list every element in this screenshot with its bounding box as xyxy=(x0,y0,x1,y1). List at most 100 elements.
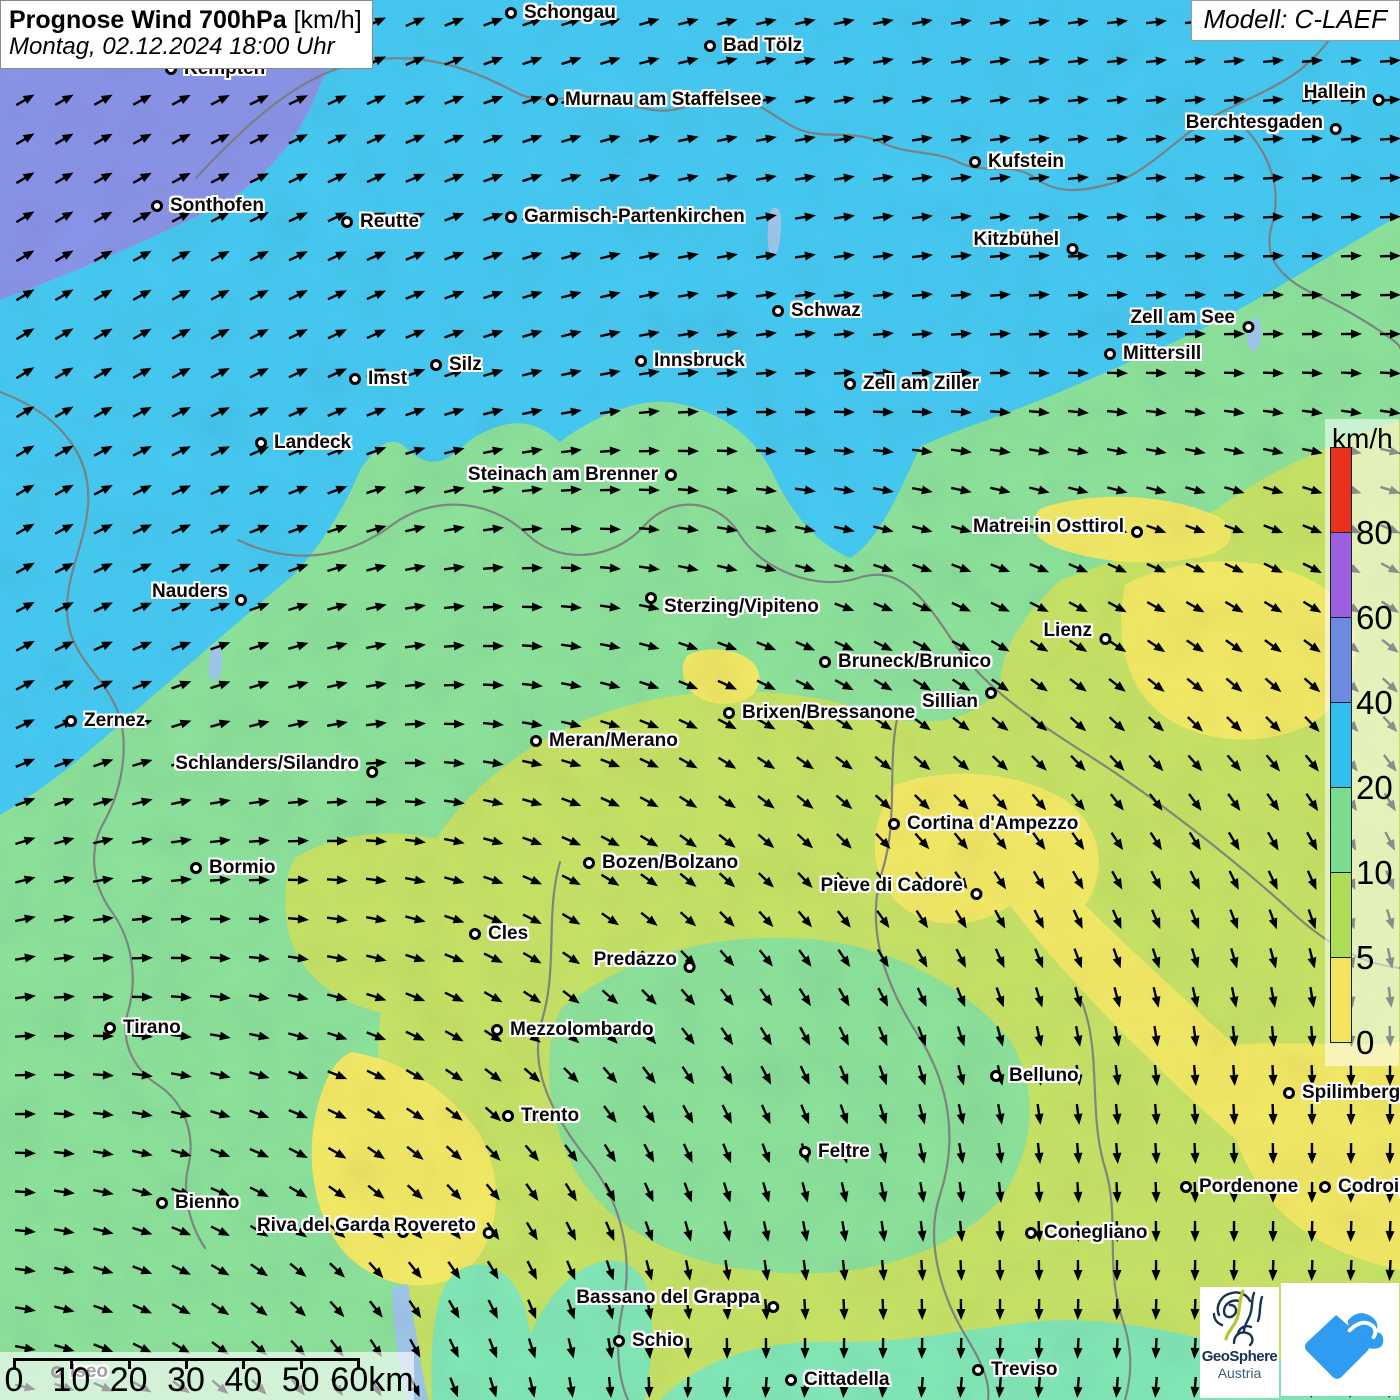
city-dot xyxy=(1180,1181,1192,1193)
title-box: Prognose Wind 700hPa [km/h] Montag, 02.1… xyxy=(0,0,373,69)
city-marker: Mezzolombardo xyxy=(491,1019,661,1041)
city-marker: Mittersill xyxy=(1104,343,1208,365)
city-dot xyxy=(723,707,735,719)
city-label: Hallein xyxy=(1297,82,1373,104)
scale-bar-label: 40 xyxy=(224,1361,262,1400)
legend-tick-label: 5 xyxy=(1356,940,1374,976)
city-dot xyxy=(613,1335,625,1347)
city-dot xyxy=(483,1227,495,1239)
city-dot xyxy=(684,961,696,973)
city-marker: Kufstein xyxy=(969,151,1071,173)
city-marker: Schlanders/Silandro xyxy=(168,761,378,783)
city-marker: Schwaz xyxy=(772,300,868,322)
city-marker: Schongau xyxy=(505,2,623,24)
city-dot xyxy=(65,715,77,727)
geosphere-name: GeoSphere xyxy=(1202,1349,1278,1365)
city-dot xyxy=(190,862,202,874)
city-dot xyxy=(349,373,361,385)
city-dot xyxy=(502,1110,514,1122)
city-dot xyxy=(1099,633,1111,645)
city-label: Cittadella xyxy=(797,1369,897,1391)
city-dot xyxy=(1104,348,1116,360)
city-label: Schio xyxy=(625,1330,691,1352)
scale-bar: 0102030405060km xyxy=(0,1352,414,1400)
legend-tick-label: 20 xyxy=(1356,770,1393,806)
legend-tick-label: 0 xyxy=(1356,1025,1374,1061)
city-marker: Zernez xyxy=(65,710,152,732)
city-marker: Belluno xyxy=(990,1065,1086,1087)
city-label: Rovereto xyxy=(387,1215,483,1237)
city-label: Mittersill xyxy=(1116,343,1208,365)
city-label: Imst xyxy=(361,368,414,390)
city-label: Murnau am Staffelsee xyxy=(558,89,768,111)
geosphere-logo: GeoSphere Austria xyxy=(1200,1287,1279,1398)
city-dot xyxy=(785,1374,797,1386)
city-marker: Trento xyxy=(502,1105,586,1127)
city-marker: Hallein xyxy=(1297,89,1385,111)
city-marker: Kitzbühel xyxy=(967,238,1079,260)
map-valid-time: Montag, 02.12.2024 18:00 Uhr xyxy=(9,34,362,61)
city-dot xyxy=(969,156,981,168)
city-marker: Zell am See xyxy=(1123,316,1254,338)
city-dot xyxy=(1330,123,1342,135)
city-dot xyxy=(151,200,163,212)
city-marker: Imst xyxy=(349,368,414,390)
city-label: Bassano del Grappa xyxy=(569,1287,767,1309)
city-label: Trento xyxy=(514,1105,586,1127)
city-marker: Sterzing/Vipiteno xyxy=(645,587,826,609)
city-label: Pieve di Cadore xyxy=(813,875,970,897)
city-marker: Landeck xyxy=(255,432,358,454)
city-dot xyxy=(985,687,997,699)
city-dot xyxy=(430,359,442,371)
city-marker: Schio xyxy=(613,1330,691,1352)
scale-bar-label: 60km xyxy=(330,1361,413,1400)
city-label: Silz xyxy=(442,354,489,376)
city-marker: Reutte xyxy=(341,211,426,233)
city-dot xyxy=(970,888,982,900)
city-dot xyxy=(469,928,481,940)
mountain-icon xyxy=(1292,1292,1388,1388)
city-dot xyxy=(156,1197,168,1209)
city-dot xyxy=(104,1022,116,1034)
city-label: Schlanders/Silandro xyxy=(168,753,366,775)
city-marker: Nauders xyxy=(145,589,247,611)
city-marker: Sonthofen xyxy=(151,195,271,217)
legend: km/h 806040201050 xyxy=(1325,419,1399,1066)
city-label: Meran/Merano xyxy=(542,730,685,752)
city-label: Predazzo xyxy=(587,949,684,971)
city-label: Steinach am Brenner xyxy=(461,464,665,486)
scale-bar-label: 30 xyxy=(167,1361,205,1400)
city-dot xyxy=(819,656,831,668)
city-dot xyxy=(888,818,900,830)
legend-tick-label: 60 xyxy=(1356,600,1393,636)
scale-bar-label: 0 xyxy=(5,1361,24,1400)
city-label: Berchtesgaden xyxy=(1179,112,1330,134)
city-label: Sonthofen xyxy=(163,195,271,217)
city-dot xyxy=(491,1024,503,1036)
city-label: Conegliano xyxy=(1037,1222,1154,1244)
city-dot xyxy=(505,7,517,19)
city-marker: Silz xyxy=(430,354,489,376)
city-dot xyxy=(235,594,247,606)
partner-logo xyxy=(1281,1283,1399,1396)
city-marker: Riva del Garda xyxy=(250,1221,409,1243)
city-marker: Berchtesgaden xyxy=(1179,118,1342,140)
scale-bar-label: 50 xyxy=(282,1361,320,1400)
city-marker: Matrei in Osttirol xyxy=(966,521,1143,543)
city-label: Bruneck/Brunico xyxy=(831,651,998,673)
city-marker: Innsbruck xyxy=(635,350,752,372)
city-label: Treviso xyxy=(984,1359,1065,1381)
city-label: Bad Tölz xyxy=(716,35,809,57)
city-label: Codroipo xyxy=(1331,1176,1400,1198)
city-label: Lienz xyxy=(1036,620,1099,642)
city-label: Cortina d'Ampezzo xyxy=(900,813,1085,835)
city-marker: Pordenone xyxy=(1180,1176,1305,1198)
city-marker: Tirano xyxy=(104,1017,188,1039)
city-dot xyxy=(366,766,378,778)
city-dot xyxy=(1242,321,1254,333)
city-label: Bormio xyxy=(202,857,283,879)
city-dot xyxy=(772,305,784,317)
city-label: Zernez xyxy=(77,710,152,732)
geosphere-country: Austria xyxy=(1218,1365,1262,1381)
city-dot xyxy=(844,378,856,390)
